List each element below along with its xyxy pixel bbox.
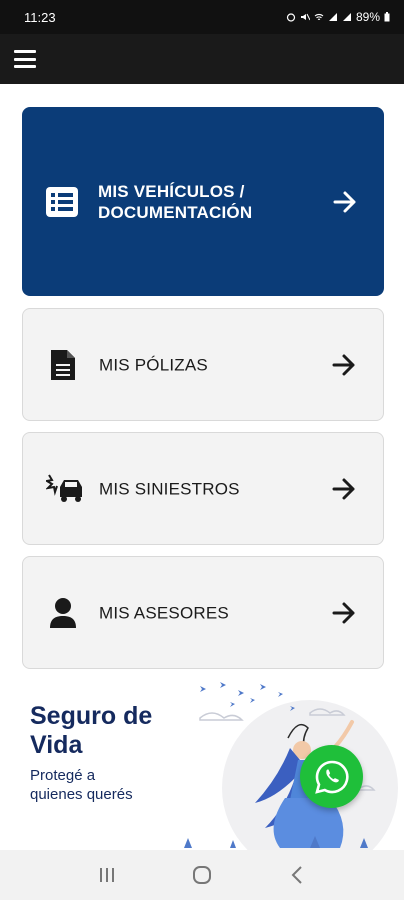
mis-vehiculos-label: MIS VEHÍCULOS / DOCUMENTACIÓN — [98, 181, 252, 223]
banner-subtitle-line1: Protegé a — [30, 767, 96, 784]
woman-with-birds-illustration — [184, 682, 398, 850]
status-right: 89% — [286, 10, 390, 24]
mis-asesores-label: MIS ASESORES — [99, 603, 229, 622]
whatsapp-button[interactable] — [300, 745, 363, 808]
battery-icon — [384, 12, 390, 22]
signal-icon-2 — [342, 13, 351, 21]
app-bar — [0, 34, 404, 84]
wifi-icon — [314, 13, 324, 21]
home-icon — [192, 866, 211, 884]
back-button[interactable] — [277, 855, 317, 895]
document-icon — [46, 348, 80, 382]
car-crash-icon — [46, 472, 86, 506]
status-bar: 11:23 89% — [0, 0, 404, 34]
system-navigation-bar — [0, 850, 404, 900]
signal-icon — [328, 13, 337, 21]
arrow-right-icon — [332, 478, 355, 499]
recent-apps-icon — [100, 868, 115, 882]
mis-asesores-button[interactable]: MIS ASESORES — [22, 556, 384, 669]
status-icons — [286, 12, 352, 22]
arrow-right-icon — [332, 602, 355, 623]
mis-vehiculos-label-line2: DOCUMENTACIÓN — [98, 202, 253, 222]
mis-siniestros-label: MIS SINIESTROS — [99, 479, 240, 498]
home-button[interactable] — [182, 855, 222, 895]
arrow-right-icon — [333, 191, 356, 212]
mis-polizas-label: MIS PÓLIZAS — [99, 355, 208, 374]
status-time: 11:23 — [24, 9, 56, 25]
mis-siniestros-button[interactable]: MIS SINIESTROS — [22, 432, 384, 545]
arrow-right-icon — [332, 354, 355, 375]
battery-level: 89% — [355, 10, 380, 24]
mute-icon — [300, 13, 310, 21]
banner-subtitle: Protegé a quienes querés — [30, 766, 170, 804]
hamburger-menu-icon[interactable] — [14, 50, 36, 68]
whatsapp-icon — [314, 760, 349, 794]
banner-subtitle-line2: quienes querés — [30, 786, 133, 803]
back-icon — [291, 866, 302, 884]
alarm-icon — [286, 13, 296, 22]
list-icon — [45, 185, 79, 219]
mis-vehiculos-label-line1: MIS VEHÍCULOS / — [98, 181, 245, 201]
recent-apps-button[interactable] — [87, 855, 127, 895]
mis-polizas-button[interactable]: MIS PÓLIZAS — [22, 308, 384, 421]
mis-vehiculos-button[interactable]: MIS VEHÍCULOS / DOCUMENTACIÓN — [22, 107, 384, 296]
user-icon — [46, 596, 80, 630]
